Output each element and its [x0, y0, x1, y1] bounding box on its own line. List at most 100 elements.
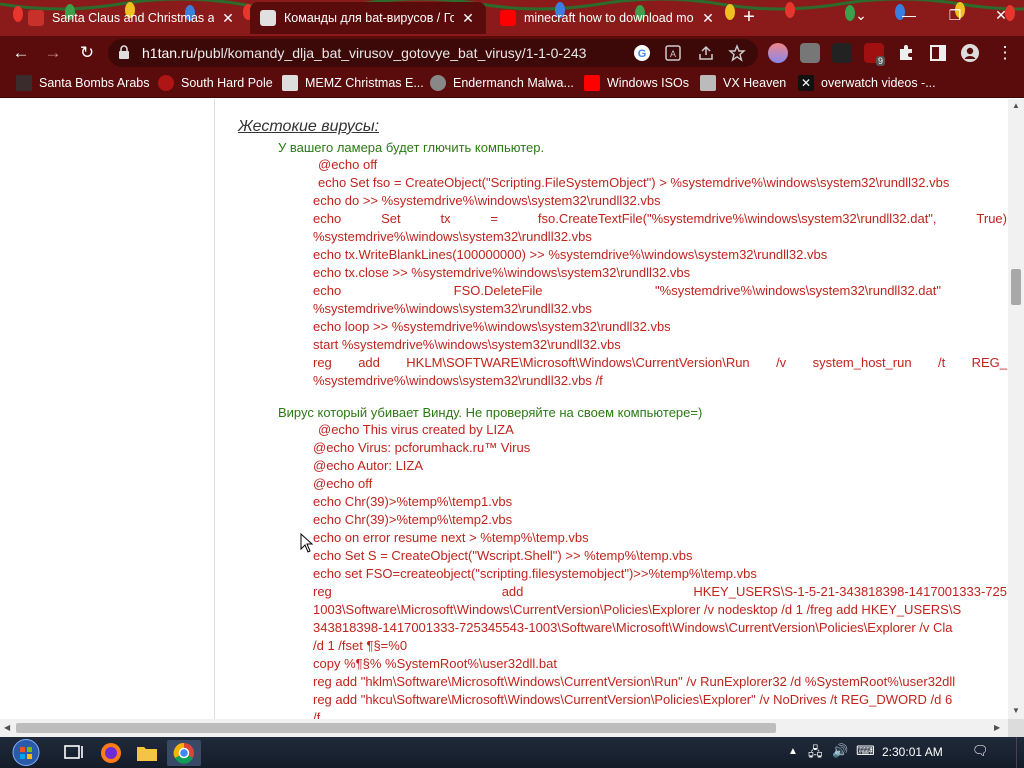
extension-icon[interactable] — [768, 43, 788, 63]
translate-icon[interactable]: A — [664, 44, 682, 62]
volume-icon[interactable]: 🔊 — [832, 743, 848, 759]
start-button-icon[interactable] — [6, 737, 46, 768]
horizontal-scroll-thumb[interactable] — [16, 723, 776, 733]
horizontal-scrollbar[interactable]: ◀ ▶ — [0, 719, 1008, 737]
close-window-button[interactable]: ✕ — [978, 0, 1024, 30]
forward-button[interactable]: → — [40, 41, 66, 65]
code-line: %systemdrive%\windows\system32\rundll32.… — [313, 373, 603, 388]
show-desktop-button[interactable] — [1016, 737, 1024, 768]
code-line: reg add "hklm\Software\Microsoft\Windows… — [313, 674, 956, 689]
url-host: h1tan.ru — [142, 45, 194, 61]
code-line: 1003\Software\Microsoft\Windows\CurrentV… — [313, 602, 962, 617]
bookmarks-bar: Santa Bombs Arabs South Hard Pole MEMZ C… — [0, 70, 1024, 98]
code-token: REG_ — [971, 355, 1007, 370]
code-token: /v — [776, 355, 787, 370]
puzzle-icon[interactable] — [896, 43, 916, 63]
bookmark-vx-heaven[interactable]: VX Heaven — [700, 75, 786, 91]
scroll-right-icon[interactable]: ▶ — [994, 723, 1000, 732]
code-line: @echo off — [318, 157, 378, 172]
bookmark-label: overwatch videos -... — [821, 76, 936, 90]
code-line: @echo off — [313, 476, 373, 491]
code-line: copy %¶§% %SystemRoot%\user32dll.bat — [313, 656, 557, 671]
code-token: echo — [313, 211, 342, 226]
bookmark-label: Endermanch Malwa... — [453, 76, 574, 90]
url-text: h1tan.ru/publ/komandy_dlja_bat_virusov_g… — [142, 45, 586, 61]
youtube-icon — [28, 10, 44, 26]
bookmark-memz-christmas[interactable]: MEMZ Christmas E... — [282, 75, 424, 91]
scroll-up-icon[interactable]: ▲ — [1012, 101, 1020, 110]
bookmark-windows-isos[interactable]: Windows ISOs — [584, 75, 689, 91]
bookmark-star-icon[interactable] — [728, 44, 746, 62]
code-line: echo on error resume next > %temp%\temp.… — [313, 530, 589, 545]
new-tab-button[interactable]: + — [738, 6, 760, 28]
mouse-cursor-icon — [300, 533, 314, 553]
back-button[interactable]: ← — [8, 41, 34, 65]
code-line: reg add "hkcu\Software\Microsoft\Windows… — [313, 692, 953, 707]
left-margin-column — [0, 99, 215, 719]
chrome-icon[interactable] — [167, 740, 201, 766]
tab-minecraft[interactable]: minecraft how to download mod ✕ — [490, 2, 726, 34]
tab-bat-viruses[interactable]: Команды для bat-вирусов / Готов ✕ — [250, 2, 486, 34]
bookmark-south-hard-pole[interactable]: South Hard Pole — [158, 75, 273, 91]
site-favicon-icon — [260, 10, 276, 26]
youtube-icon — [500, 10, 516, 26]
page-content: Жестокие вирусы: У вашего ламера будет г… — [0, 99, 1008, 719]
bookmark-santa-bombs[interactable]: Santa Bombs Arabs — [16, 75, 149, 91]
svg-text:G: G — [638, 48, 647, 60]
code-line: /f — [313, 710, 321, 719]
bookmark-label: Windows ISOs — [607, 76, 689, 90]
code-token: add — [501, 584, 524, 599]
tab-title: Santa Claus and Christmas at the — [52, 11, 214, 25]
taskbar-clock[interactable]: 2:30:01 AM — [882, 745, 943, 759]
network-icon[interactable]: 🖧 — [808, 743, 823, 765]
menu-kebab-icon[interactable]: ⋮ — [992, 41, 1018, 65]
task-view-icon[interactable] — [56, 740, 90, 766]
google-icon[interactable]: G — [633, 44, 651, 62]
code-line: @echo Virus: pcforumhack.ru™ Virus — [313, 440, 531, 455]
notification-icon[interactable]: 🗨 — [972, 743, 989, 759]
lock-icon — [119, 45, 129, 59]
keyboard-icon[interactable]: ⌨ — [856, 743, 875, 759]
bookmark-favicon-icon — [700, 75, 716, 91]
scroll-left-icon[interactable]: ◀ — [4, 723, 10, 732]
firefox-icon[interactable] — [94, 740, 128, 766]
bookmark-favicon-icon — [158, 75, 174, 91]
tab-title: Команды для bat-вирусов / Готов — [284, 11, 454, 25]
code-token: "%systemdrive%\windows\system32\rundll32… — [655, 283, 941, 298]
section1-intro: У вашего ламера будет глючить компьютер. — [278, 140, 545, 155]
reload-button[interactable]: ↻ — [74, 41, 100, 65]
youtube-icon — [584, 75, 600, 91]
address-bar[interactable]: h1tan.ru/publ/komandy_dlja_bat_virusov_g… — [108, 39, 758, 67]
scrollbar-corner — [1008, 719, 1024, 737]
restore-button[interactable]: ❐ — [932, 0, 978, 30]
svg-text:A: A — [670, 49, 676, 59]
bookmark-endermanch[interactable]: Endermanch Malwa... — [430, 75, 574, 91]
profile-avatar-icon[interactable] — [960, 43, 980, 63]
code-line: echo tx.WriteBlankLines(100000000) >> %s… — [313, 247, 828, 262]
code-line: 343818398-1417001333-725345543-1003\Soft… — [313, 620, 953, 635]
code-token: = — [490, 211, 499, 226]
close-icon[interactable]: ✕ — [460, 10, 476, 27]
vertical-scrollbar[interactable]: ▲ ▼ — [1008, 99, 1024, 719]
code-line: start %systemdrive%\windows\system32\run… — [313, 337, 621, 352]
vertical-scroll-thumb[interactable] — [1011, 269, 1021, 305]
code-line: echo Chr(39)>%temp%\temp2.vbs — [313, 512, 513, 527]
minimize-button[interactable]: — — [886, 0, 932, 30]
file-explorer-icon[interactable] — [130, 740, 164, 766]
side-panel-icon[interactable] — [928, 43, 948, 63]
extension-ghost-icon[interactable] — [832, 43, 852, 63]
close-icon[interactable]: ✕ — [220, 10, 236, 27]
bookmark-label: Santa Bombs Arabs — [39, 76, 150, 90]
scroll-down-icon[interactable]: ▼ — [1012, 706, 1020, 715]
share-icon[interactable] — [697, 44, 715, 62]
extension-s-icon[interactable] — [800, 43, 820, 63]
tab-strip: Santa Claus and Christmas at the ✕ Коман… — [0, 0, 1024, 36]
tab-search-button[interactable]: ⌄ — [838, 0, 884, 30]
tray-expand-icon[interactable]: ▲ — [788, 746, 798, 757]
tab-santa-claus[interactable]: Santa Claus and Christmas at the ✕ — [18, 2, 246, 34]
bookmark-overwatch-videos[interactable]: ✕ overwatch videos -... — [798, 75, 936, 91]
code-line: echo tx.close >> %systemdrive%\windows\s… — [313, 265, 691, 280]
close-icon[interactable]: ✕ — [700, 10, 716, 27]
code-token: add — [358, 355, 380, 370]
code-token: reg — [313, 355, 332, 370]
